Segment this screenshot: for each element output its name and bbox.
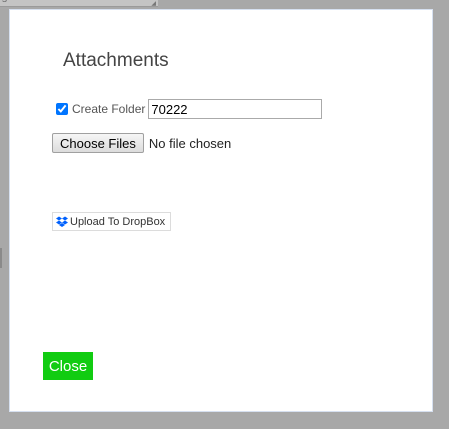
dropbox-icon <box>56 216 68 227</box>
background-text: s <box>2 0 7 5</box>
background-element-edge <box>0 248 2 268</box>
dropbox-button-label: Upload To DropBox <box>70 215 166 228</box>
choose-files-button[interactable]: Choose Files <box>52 133 144 153</box>
background-textarea: s ◢ <box>0 0 158 7</box>
resize-grip-icon: ◢ <box>151 1 156 7</box>
dialog-title: Attachments <box>63 50 169 71</box>
close-button[interactable]: Close <box>43 352 93 380</box>
attachments-dialog: Attachments Create Folder Choose Files N… <box>9 9 433 412</box>
create-folder-label: Create Folder <box>72 102 146 116</box>
folder-name-input[interactable] <box>148 99 323 119</box>
file-picker: Choose Files No file chosen <box>52 133 231 153</box>
create-folder-row: Create Folder <box>56 98 323 120</box>
upload-to-dropbox-button[interactable]: Upload To DropBox <box>52 212 172 231</box>
create-folder-checkbox[interactable] <box>56 103 68 115</box>
file-status-text: No file chosen <box>148 135 232 151</box>
